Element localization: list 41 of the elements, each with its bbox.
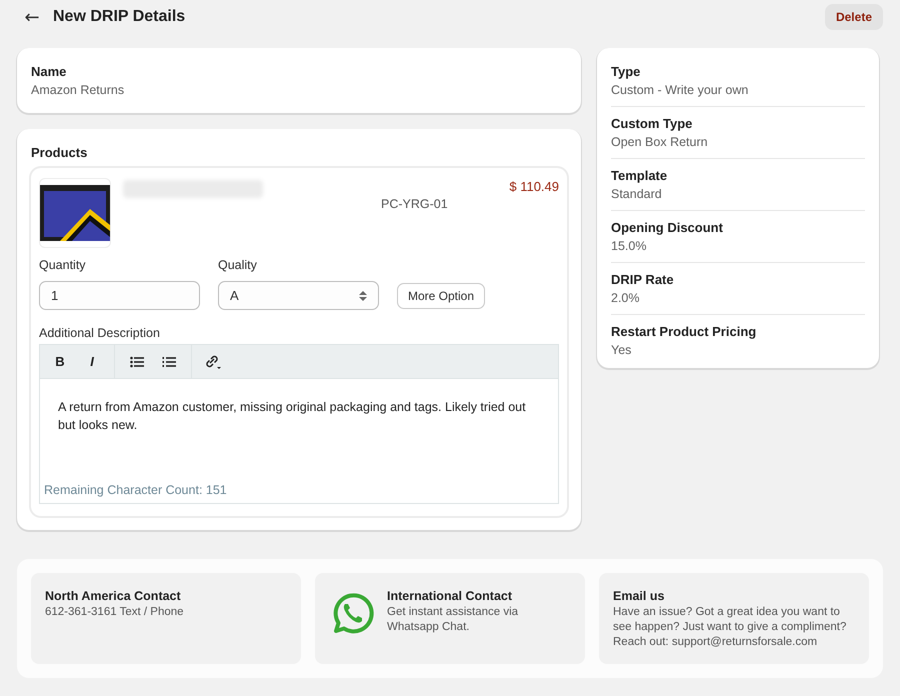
field-label: Quantity — [39, 258, 87, 272]
detail-value: Yes — [611, 343, 632, 357]
product-sku: PC-YRG-01 — [381, 197, 448, 211]
field-label: Quality — [218, 258, 258, 272]
quality-select[interactable]: A — [218, 281, 379, 310]
page-title: New DRIP Details — [53, 8, 186, 26]
numbered-list-icon — [162, 356, 176, 368]
contact-title: North America Contact — [45, 589, 182, 603]
detail-label: Restart Product Pricing — [611, 324, 758, 339]
detail-label: DRIP Rate — [611, 272, 675, 287]
contact-title: Email us — [613, 589, 666, 603]
detail-value: 2.0% — [611, 291, 640, 305]
detail-label: Opening Discount — [611, 220, 724, 235]
delete-button[interactable]: Delete — [824, 4, 883, 30]
detail-value: 15.0% — [611, 239, 648, 253]
field-value: Amazon Returns — [31, 83, 126, 97]
up-down-caret-icon — [359, 290, 367, 302]
detail-value: Open Box Return — [611, 135, 709, 149]
contact-title: International Contact — [387, 589, 514, 603]
detail-label: Type — [611, 64, 642, 79]
detail-label: Custom Type — [611, 116, 694, 131]
bulleted-list-icon — [130, 356, 144, 368]
bold-button[interactable]: B — [44, 348, 76, 376]
quantity-input[interactable]: 1 — [39, 281, 200, 310]
contact-text: 612-361-3161 Text / Phone — [45, 605, 184, 620]
detail-value: Custom - Write your own — [611, 83, 750, 97]
product-image — [39, 178, 111, 248]
section-title: Products — [31, 145, 88, 160]
contact-text: Have an issue? Got a great idea you want to see happen? Just want to give a compliment? Reach out: support@returnsforsale.com — [613, 605, 848, 650]
field-label: Additional Description — [39, 326, 161, 340]
more-option-button[interactable]: More Option — [397, 283, 486, 309]
product-price: $ 110.49 — [509, 179, 559, 194]
field-label: Name — [31, 64, 68, 79]
description-text[interactable]: A return from Amazon customer, missing original packaging and tags. Likely tried out but looks new. — [58, 398, 540, 434]
character-count: Remaining Character Count: 151 — [44, 483, 228, 497]
detail-label: Template — [611, 168, 668, 183]
italic-button[interactable]: I — [76, 348, 108, 376]
back-button[interactable]: ← — [21, 6, 43, 28]
link-icon — [204, 354, 224, 370]
contact-text: Get instant assistance via Whatsapp Chat. — [387, 605, 520, 635]
detail-value: Standard — [611, 187, 663, 201]
